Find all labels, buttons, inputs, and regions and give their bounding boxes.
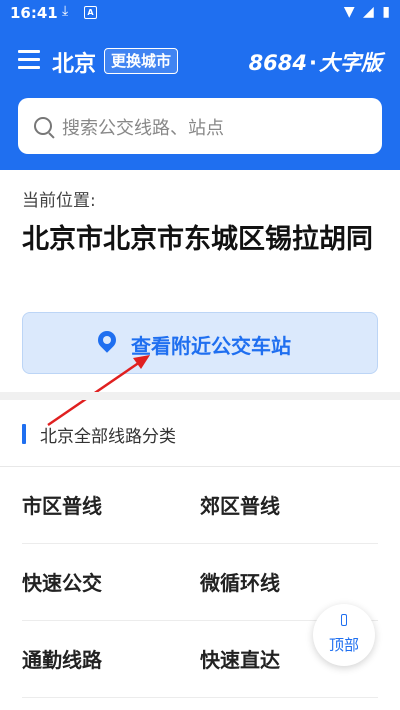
route-category-item[interactable]: 快速直达 [200, 644, 280, 673]
back-to-top-button[interactable]: 顶部 [313, 604, 375, 666]
nearby-stations-label: 查看附近公交车站 [131, 334, 291, 358]
battery-icon: ▮ [382, 4, 390, 20]
app-header: 北京 更换城市 8684·大字版 搜索公交线路、站点 [0, 28, 400, 170]
arrow-up-icon [341, 614, 347, 626]
wifi-icon: ▼ [343, 4, 355, 20]
section-divider [0, 392, 400, 400]
current-city[interactable]: 北京 [52, 46, 96, 78]
search-input[interactable]: 搜索公交线路、站点 [18, 98, 382, 154]
download-icon: ⤓ [62, 3, 69, 19]
grid-row: 市区普线 郊区普线 [22, 467, 378, 544]
status-icons: ▼ ◢ ▮ [340, 4, 390, 20]
app-notification-icon: A [84, 6, 97, 19]
current-address: 北京市北京市东城区锡拉胡同 [22, 224, 373, 255]
search-placeholder: 搜索公交线路、站点 [62, 118, 224, 139]
route-category-item[interactable]: 通勤线路 [22, 644, 102, 673]
location-pin-icon [94, 327, 120, 353]
route-category-item[interactable]: 郊区普线 [200, 490, 280, 519]
menu-icon[interactable] [18, 50, 40, 69]
search-icon [34, 117, 52, 135]
location-label: 当前位置: [22, 191, 96, 211]
back-to-top-label: 顶部 [328, 636, 359, 654]
logo-number: 8684 [248, 51, 308, 75]
change-city-button[interactable]: 更换城市 [104, 48, 179, 74]
status-time: 16:41 [10, 4, 58, 22]
nearby-stations-button[interactable]: 查看附近公交车站 [22, 312, 378, 374]
logo-dot: · [309, 51, 317, 75]
section-title: 北京全部线路分类 [40, 427, 176, 447]
route-category-item[interactable]: 微循环线 [200, 567, 280, 596]
app-logo: 8684·大字版 [249, 47, 382, 77]
route-category-item[interactable]: 市区普线 [22, 490, 102, 519]
logo-suffix: 大字版 [319, 51, 382, 75]
status-bar: 16:41 ⤓ A ▼ ◢ ▮ [0, 0, 400, 28]
signal-icon: ◢ [363, 4, 374, 20]
section-accent-bar [22, 424, 26, 444]
route-category-item[interactable]: 快速公交 [22, 567, 102, 596]
